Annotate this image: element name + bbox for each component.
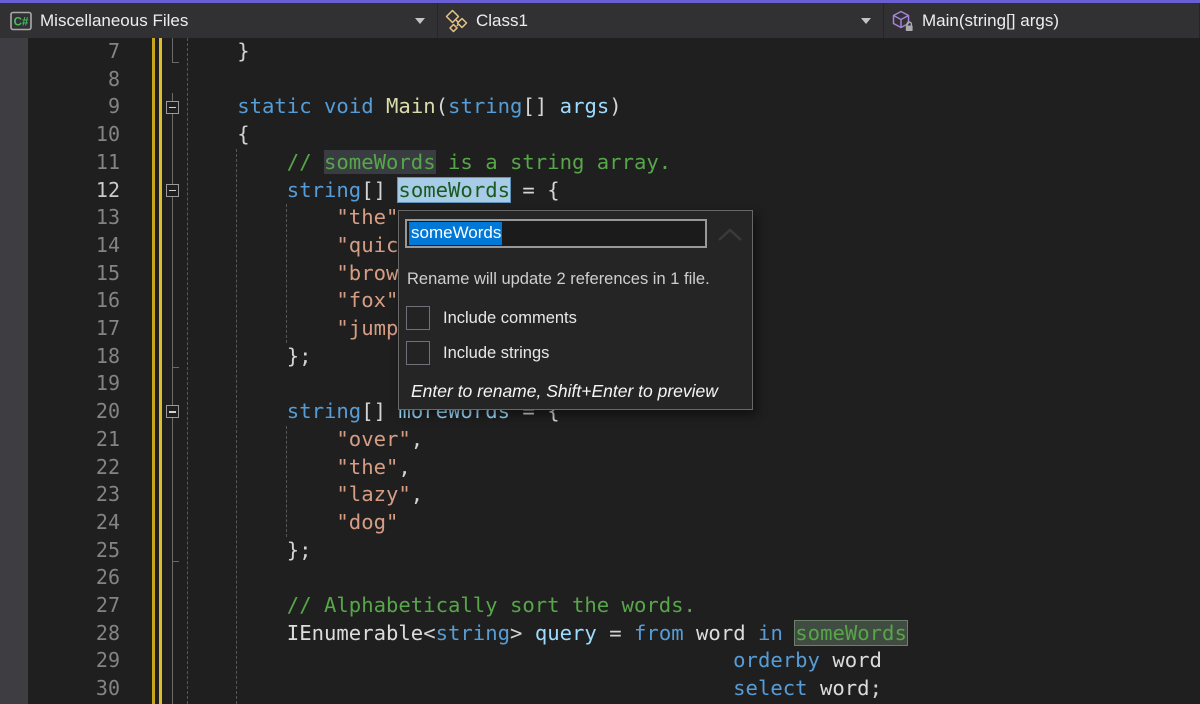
vs-editor-window: C# Miscellaneous Files Class1 xyxy=(0,0,1200,704)
checkbox-icon[interactable] xyxy=(406,306,430,330)
code-line-24[interactable]: "dog" xyxy=(0,509,1200,537)
include-strings-label: Include strings xyxy=(443,344,549,363)
code-line-28[interactable]: IEnumerable<string> query = from word in… xyxy=(0,620,1200,648)
rename-popup: someWords Rename will update 2 reference… xyxy=(398,210,753,410)
fold-collapse-marker[interactable] xyxy=(166,184,179,197)
svg-text:C#: C# xyxy=(14,16,29,28)
project-dropdown-label: Miscellaneous Files xyxy=(40,11,188,31)
checkbox-icon[interactable] xyxy=(406,341,430,365)
class-icon xyxy=(445,9,469,33)
member-dropdown[interactable]: Main(string[] args) xyxy=(884,3,1200,38)
csharp-file-icon: C# xyxy=(9,9,33,33)
include-comments-label: Include comments xyxy=(443,309,577,328)
rename-input-selected-text: someWords xyxy=(409,222,502,245)
include-strings-checkbox[interactable]: Include strings xyxy=(406,341,549,365)
code-line-12[interactable]: string[] someWords = { xyxy=(0,177,1200,205)
code-line-11[interactable]: // someWords is a string array. xyxy=(0,149,1200,177)
method-private-icon xyxy=(891,9,915,33)
code-line-26[interactable] xyxy=(0,564,1200,592)
include-comments-checkbox[interactable]: Include comments xyxy=(406,306,577,330)
code-line-25[interactable]: }; xyxy=(0,537,1200,565)
code-line-8[interactable] xyxy=(0,66,1200,94)
fold-collapse-marker[interactable] xyxy=(166,101,179,114)
type-dropdown[interactable]: Class1 xyxy=(438,3,884,38)
code-line-27[interactable]: // Alphabetically sort the words. xyxy=(0,592,1200,620)
code-line-10[interactable]: { xyxy=(0,121,1200,149)
member-dropdown-label: Main(string[] args) xyxy=(922,11,1059,31)
rename-hint-text: Enter to rename, Shift+Enter to preview xyxy=(411,381,718,402)
code-line-9[interactable]: static void Main(string[] args) xyxy=(0,93,1200,121)
chevron-up-icon[interactable] xyxy=(717,227,743,247)
code-line-7[interactable]: } xyxy=(0,38,1200,66)
project-dropdown[interactable]: C# Miscellaneous Files xyxy=(0,3,438,38)
rename-references-message: Rename will update 2 references in 1 fil… xyxy=(407,270,710,289)
chevron-down-icon xyxy=(861,18,871,24)
fold-collapse-marker[interactable] xyxy=(166,405,179,418)
navigation-bar: C# Miscellaneous Files Class1 xyxy=(0,3,1200,38)
code-line-29[interactable]: orderby word xyxy=(0,647,1200,675)
type-dropdown-label: Class1 xyxy=(476,11,528,31)
code-line-22[interactable]: "the", xyxy=(0,454,1200,482)
code-line-21[interactable]: "over", xyxy=(0,426,1200,454)
rename-input[interactable]: someWords xyxy=(405,219,707,248)
code-line-23[interactable]: "lazy", xyxy=(0,481,1200,509)
code-line-30[interactable]: select word; xyxy=(0,675,1200,703)
chevron-down-icon xyxy=(415,18,425,24)
